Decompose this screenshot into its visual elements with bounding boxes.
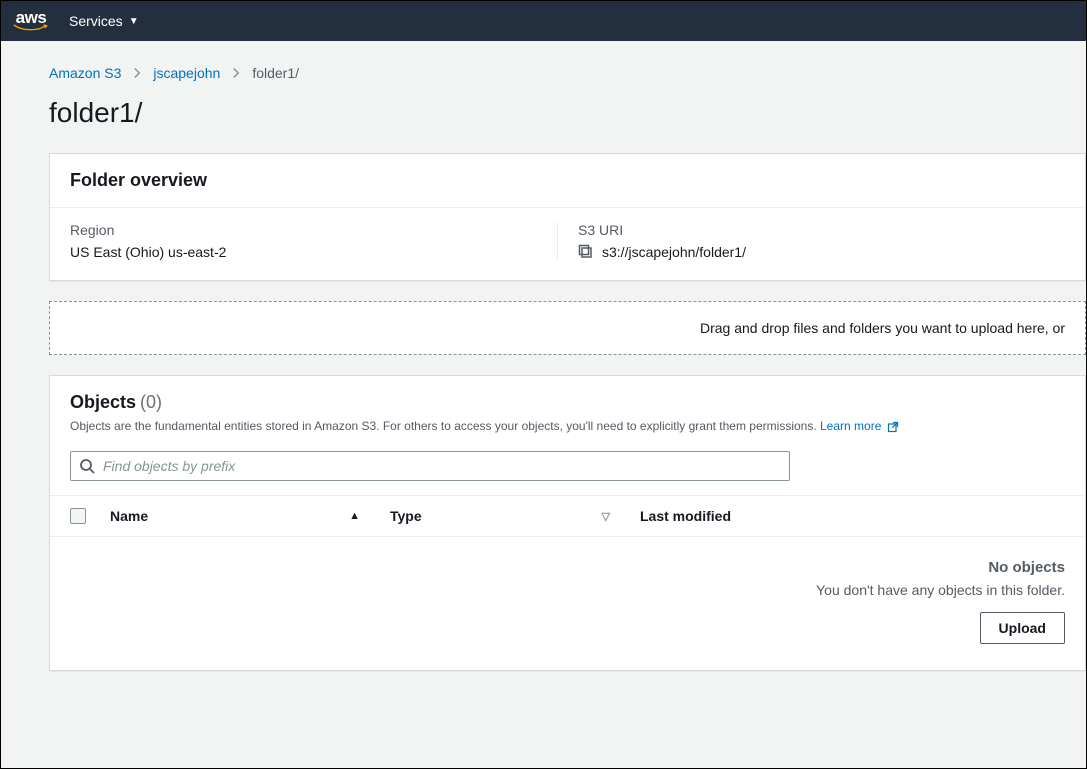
objects-search[interactable] bbox=[70, 451, 790, 481]
copy-icon[interactable] bbox=[578, 244, 594, 260]
services-menu[interactable]: Services ▼ bbox=[69, 13, 139, 29]
caret-down-icon: ▼ bbox=[129, 16, 139, 27]
folder-overview-panel: Folder overview Region US East (Ohio) us… bbox=[49, 153, 1086, 281]
breadcrumb: Amazon S3 jscapejohn folder1/ bbox=[49, 65, 1086, 81]
objects-search-input[interactable] bbox=[103, 458, 781, 474]
s3-uri-value: s3://jscapejohn/folder1/ bbox=[602, 244, 746, 260]
top-nav: aws Services ▼ bbox=[1, 1, 1086, 41]
learn-more-link[interactable]: Learn more bbox=[820, 419, 899, 433]
objects-heading: Objects bbox=[70, 392, 136, 413]
sort-asc-icon: ▲ bbox=[349, 510, 360, 522]
region-value: US East (Ohio) us-east-2 bbox=[70, 244, 557, 260]
aws-logo[interactable]: aws bbox=[13, 9, 49, 32]
chevron-right-icon bbox=[230, 67, 242, 79]
breadcrumb-root[interactable]: Amazon S3 bbox=[49, 65, 121, 81]
region-label: Region bbox=[70, 222, 557, 238]
external-link-icon bbox=[887, 421, 899, 433]
page-title: folder1/ bbox=[49, 97, 1086, 129]
overview-heading: Folder overview bbox=[70, 170, 1065, 191]
s3-uri-label: S3 URI bbox=[578, 222, 1065, 238]
breadcrumb-current: folder1/ bbox=[252, 65, 299, 81]
column-last-modified[interactable]: Last modified bbox=[640, 508, 1065, 524]
sort-icon: ▽ bbox=[602, 510, 610, 523]
objects-table-header: Name ▲ Type ▽ Last modified bbox=[50, 495, 1085, 537]
empty-title: No objects bbox=[70, 559, 1065, 576]
services-label: Services bbox=[69, 13, 123, 29]
aws-smile-icon bbox=[13, 24, 49, 32]
dropzone-text: Drag and drop files and folders you want… bbox=[700, 320, 1065, 336]
breadcrumb-bucket[interactable]: jscapejohn bbox=[153, 65, 220, 81]
empty-state: No objects You don't have any objects in… bbox=[50, 537, 1085, 670]
upload-button[interactable]: Upload bbox=[980, 612, 1065, 644]
empty-subtitle: You don't have any objects in this folde… bbox=[70, 582, 1065, 598]
column-name[interactable]: Name ▲ bbox=[110, 508, 390, 524]
search-icon bbox=[79, 458, 95, 474]
objects-panel: Objects (0) Objects are the fundamental … bbox=[49, 375, 1086, 671]
objects-count: (0) bbox=[140, 392, 162, 413]
column-type[interactable]: Type ▽ bbox=[390, 508, 640, 524]
objects-description: Objects are the fundamental entities sto… bbox=[70, 419, 1065, 433]
upload-dropzone[interactable]: Drag and drop files and folders you want… bbox=[49, 301, 1086, 355]
chevron-right-icon bbox=[131, 67, 143, 79]
select-all-checkbox[interactable] bbox=[70, 508, 86, 524]
